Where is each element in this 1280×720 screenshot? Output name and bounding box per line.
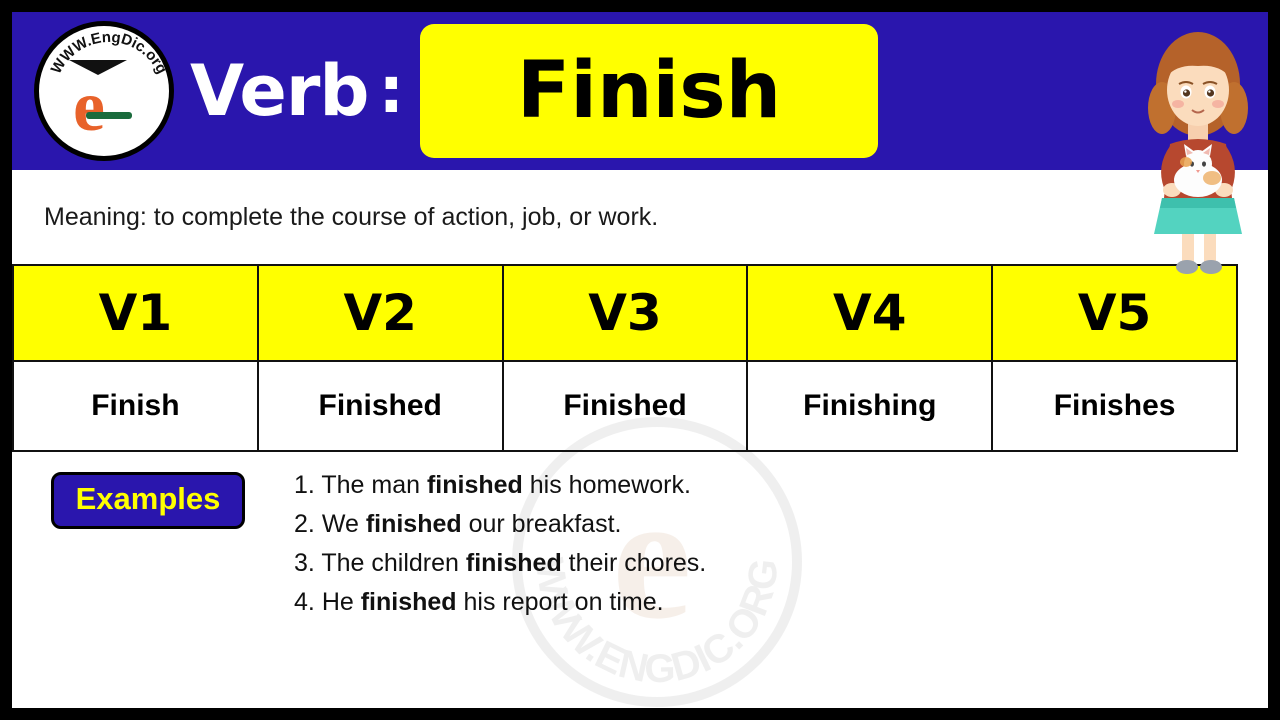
table-cell-v2: Finished: [256, 360, 504, 452]
verb-label: Verb: [190, 50, 369, 132]
examples-badge: Examples: [50, 472, 246, 529]
example-text-post: his homework.: [522, 471, 691, 499]
table-header-v2: V2: [256, 264, 504, 362]
example-number: 1.: [294, 471, 315, 499]
example-text-pre: He: [321, 588, 361, 616]
table-header-row: V1 V2 V3 V4 V5: [12, 264, 1238, 362]
logo-url-text: WWW.EngDic.org: [48, 29, 171, 77]
table-cell-v4: Finishing: [746, 360, 994, 452]
list-item: 1. The man finished his homework.: [294, 466, 1268, 505]
logo-underline: [86, 112, 132, 119]
table-header-v4: V4: [746, 264, 994, 362]
title-colon: :: [378, 54, 405, 128]
verb-forms-table: V1 V2 V3 V4 V5 Finish Finished Finished …: [12, 264, 1238, 452]
example-text-pre: The man: [321, 471, 427, 499]
example-text-post: our breakfast.: [461, 510, 622, 538]
table-row: Finish Finished Finished Finishing Finis…: [12, 360, 1238, 452]
table-header-v1: V1: [12, 264, 259, 362]
list-item: 4. He finished his report on time.: [294, 583, 1268, 622]
verb-word-box: Finish: [420, 24, 879, 158]
verb-word: Finish: [516, 46, 782, 136]
example-text-bold: finished: [365, 510, 462, 538]
logo-inner: WWW.EngDic.org e: [39, 26, 171, 156]
table-cell-v1: Finish: [12, 360, 259, 452]
example-text-post: his report on time.: [456, 588, 664, 616]
worksheet-page: WWW.EngDic.org e Verb : Finish Meaning: …: [0, 0, 1280, 720]
example-number: 4.: [294, 588, 315, 616]
examples-section: Examples 1. The man finished his homewor…: [12, 452, 1268, 622]
logo-letter-e: e: [73, 66, 105, 146]
example-text-post: their chores.: [561, 549, 707, 577]
examples-list: 1. The man finished his homework. 2. We …: [284, 466, 1268, 622]
example-number: 3.: [294, 549, 315, 577]
example-text-bold: finished: [360, 588, 457, 616]
table-cell-v3: Finished: [501, 360, 749, 452]
engdic-logo: WWW.EngDic.org e: [34, 21, 174, 161]
example-text-bold: finished: [465, 549, 562, 577]
example-text-bold: finished: [426, 471, 523, 499]
list-item: 2. We finished our breakfast.: [294, 505, 1268, 544]
list-item: 3. The children finished their chores.: [294, 544, 1268, 583]
example-text-pre: We: [321, 510, 366, 538]
meaning-line: Meaning: to complete the course of actio…: [44, 202, 659, 231]
example-number: 2.: [294, 510, 315, 538]
table-cell-v5: Finishes: [991, 360, 1238, 452]
header-banner: WWW.EngDic.org e Verb : Finish: [12, 12, 1268, 170]
table-header-v3: V3: [501, 264, 749, 362]
example-text-pre: The children: [321, 549, 466, 577]
girl-with-cat-illustration: [1148, 32, 1248, 274]
examples-badge-column: Examples: [12, 466, 284, 622]
title-row: Verb : Finish: [190, 12, 879, 170]
